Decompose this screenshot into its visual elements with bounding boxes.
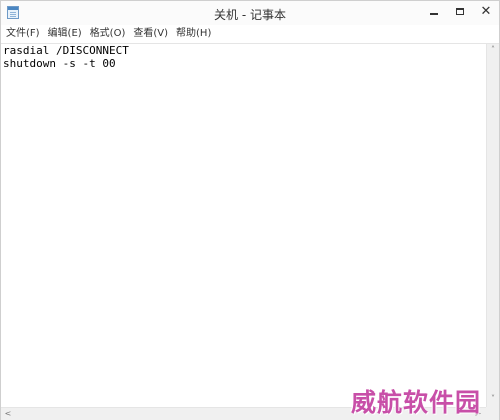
maximize-icon — [456, 7, 464, 15]
text-line: shutdown -s -t 00 — [3, 57, 116, 70]
size-grip[interactable] — [486, 407, 499, 420]
text-editor[interactable]: rasdial /DISCONNECT shutdown -s -t 00 — [2, 44, 486, 407]
notepad-window: 关机 - 记事本 ✕ 文件(F) 编辑(E) 格式(O) 查看(V) 帮助(H)… — [0, 0, 500, 420]
title-bar[interactable]: 关机 - 记事本 ✕ — [1, 1, 499, 26]
maximize-button[interactable] — [447, 1, 473, 21]
menu-view[interactable]: 查看(V) — [130, 26, 171, 42]
scroll-left-icon[interactable]: < — [2, 409, 14, 419]
close-icon: ✕ — [480, 3, 492, 19]
scroll-down-icon[interactable]: ˅ — [487, 394, 499, 404]
watermark: 威航软件园 — [351, 388, 482, 417]
vertical-scrollbar[interactable]: ˄ ˅ — [486, 44, 499, 407]
scroll-up-icon[interactable]: ˄ — [487, 45, 499, 55]
close-button[interactable]: ✕ — [473, 1, 499, 21]
menu-help[interactable]: 帮助(H) — [173, 26, 214, 42]
text-line: rasdial /DISCONNECT — [3, 44, 129, 57]
menu-format[interactable]: 格式(O) — [87, 26, 129, 42]
menu-edit[interactable]: 编辑(E) — [45, 26, 85, 42]
minimize-button[interactable] — [421, 1, 447, 21]
menu-bar: 文件(F) 编辑(E) 格式(O) 查看(V) 帮助(H) — [1, 25, 499, 44]
minimize-icon — [430, 13, 438, 15]
menu-file[interactable]: 文件(F) — [3, 26, 43, 42]
